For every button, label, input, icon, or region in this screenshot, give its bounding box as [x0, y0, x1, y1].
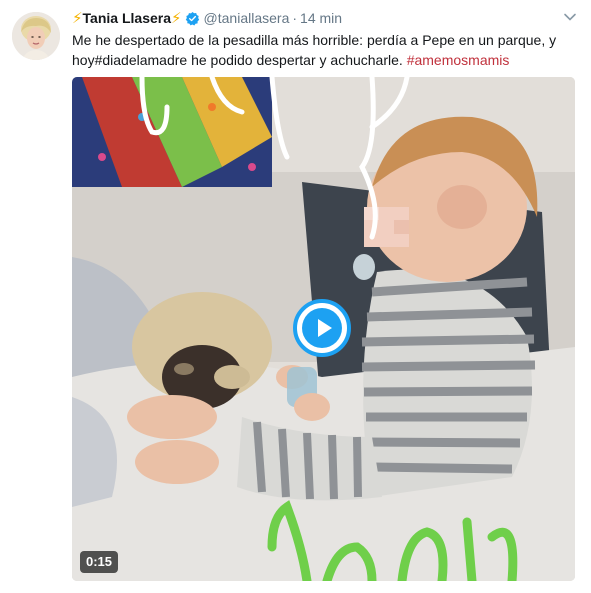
tweet-text: Me he despertado de la pesadilla más hor…: [72, 30, 572, 70]
timestamp-link[interactable]: 14 min: [300, 10, 342, 26]
author-handle[interactable]: @taniallasera: [204, 10, 290, 26]
tweet-text-part: he podido despertar y achucharle.: [187, 52, 407, 68]
hashtag-link[interactable]: #diadelamadre: [95, 52, 188, 68]
separator: ·: [292, 10, 298, 26]
tweet-card[interactable]: ⚡Tania Llasera⚡ @taniallasera · 14 min Me h…: [0, 0, 591, 593]
avatar[interactable]: [12, 12, 60, 60]
avatar-photo: [12, 12, 60, 60]
chevron-down-icon[interactable]: [563, 10, 577, 24]
play-icon: [302, 308, 342, 348]
lightning-emoji-icon: ⚡: [171, 10, 182, 27]
hashtag-link[interactable]: #amemosmamis: [407, 52, 510, 68]
verified-badge-icon: [185, 11, 200, 30]
play-button[interactable]: [293, 299, 351, 357]
author-name[interactable]: Tania Llasera: [83, 10, 171, 26]
lightning-emoji-icon: ⚡: [72, 10, 83, 27]
video-duration: 0:15: [80, 551, 119, 573]
tweet-header: ⚡Tania Llasera⚡ @taniallasera · 14 min: [72, 9, 551, 29]
video-player[interactable]: 0:15: [72, 77, 575, 581]
